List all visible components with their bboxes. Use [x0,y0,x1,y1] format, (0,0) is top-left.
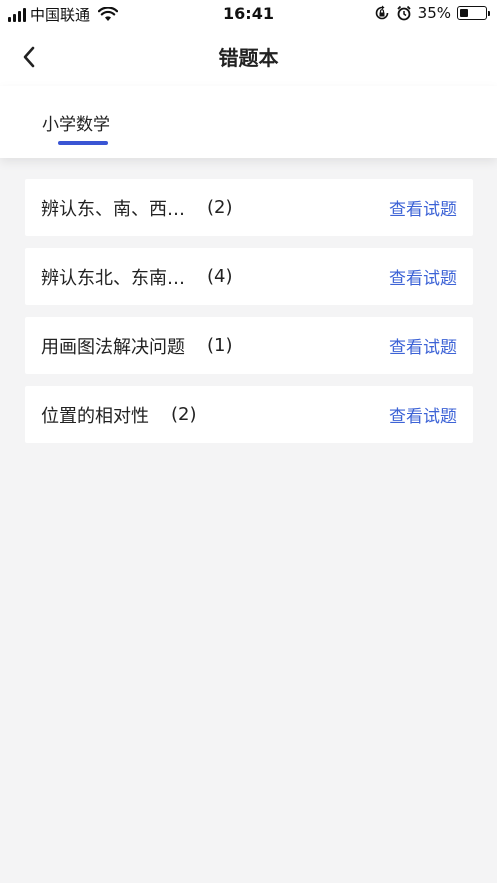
alarm-icon [397,5,411,21]
battery-percent: 35% [417,4,451,22]
tab-bar: 小学数学 [0,86,497,158]
top-area: 中国联通 16:41 35% 错题本 [0,0,497,88]
page-title: 错题本 [218,46,279,70]
view-questions-link[interactable]: 查看试题 [389,264,457,289]
item-name: 辨认东、南、西… [41,198,185,220]
mistake-list: 辨认东、南、西… (2) 查看试题 辨认东北、东南… (4) 查看试题 用画图法… [25,179,473,455]
view-questions-link[interactable]: 查看试题 [389,195,457,220]
item-count: (2) [171,404,197,425]
item-count: (4) [207,266,233,287]
view-questions-link[interactable]: 查看试题 [389,333,457,358]
list-item: 位置的相对性 (2) 查看试题 [25,386,473,443]
nav-bar: 错题本 [0,30,497,82]
rotation-lock-icon [375,5,388,20]
battery-fill [460,9,469,17]
item-name: 位置的相对性 [41,405,149,427]
tab-indicator [58,141,108,145]
list-item: 辨认东北、东南… (4) 查看试题 [25,248,473,305]
battery-icon [457,6,490,20]
list-item: 用画图法解决问题 (1) 查看试题 [25,317,473,374]
item-name: 用画图法解决问题 [41,336,185,358]
item-count: (1) [207,335,233,356]
status-bar: 中国联通 16:41 35% [0,0,497,28]
item-name: 辨认东北、东南… [41,267,185,289]
tab-primary-math[interactable]: 小学数学 [42,110,110,135]
item-count: (2) [207,197,233,218]
status-right: 35% [374,4,490,22]
view-questions-link[interactable]: 查看试题 [389,402,457,427]
list-item: 辨认东、南、西… (2) 查看试题 [25,179,473,236]
